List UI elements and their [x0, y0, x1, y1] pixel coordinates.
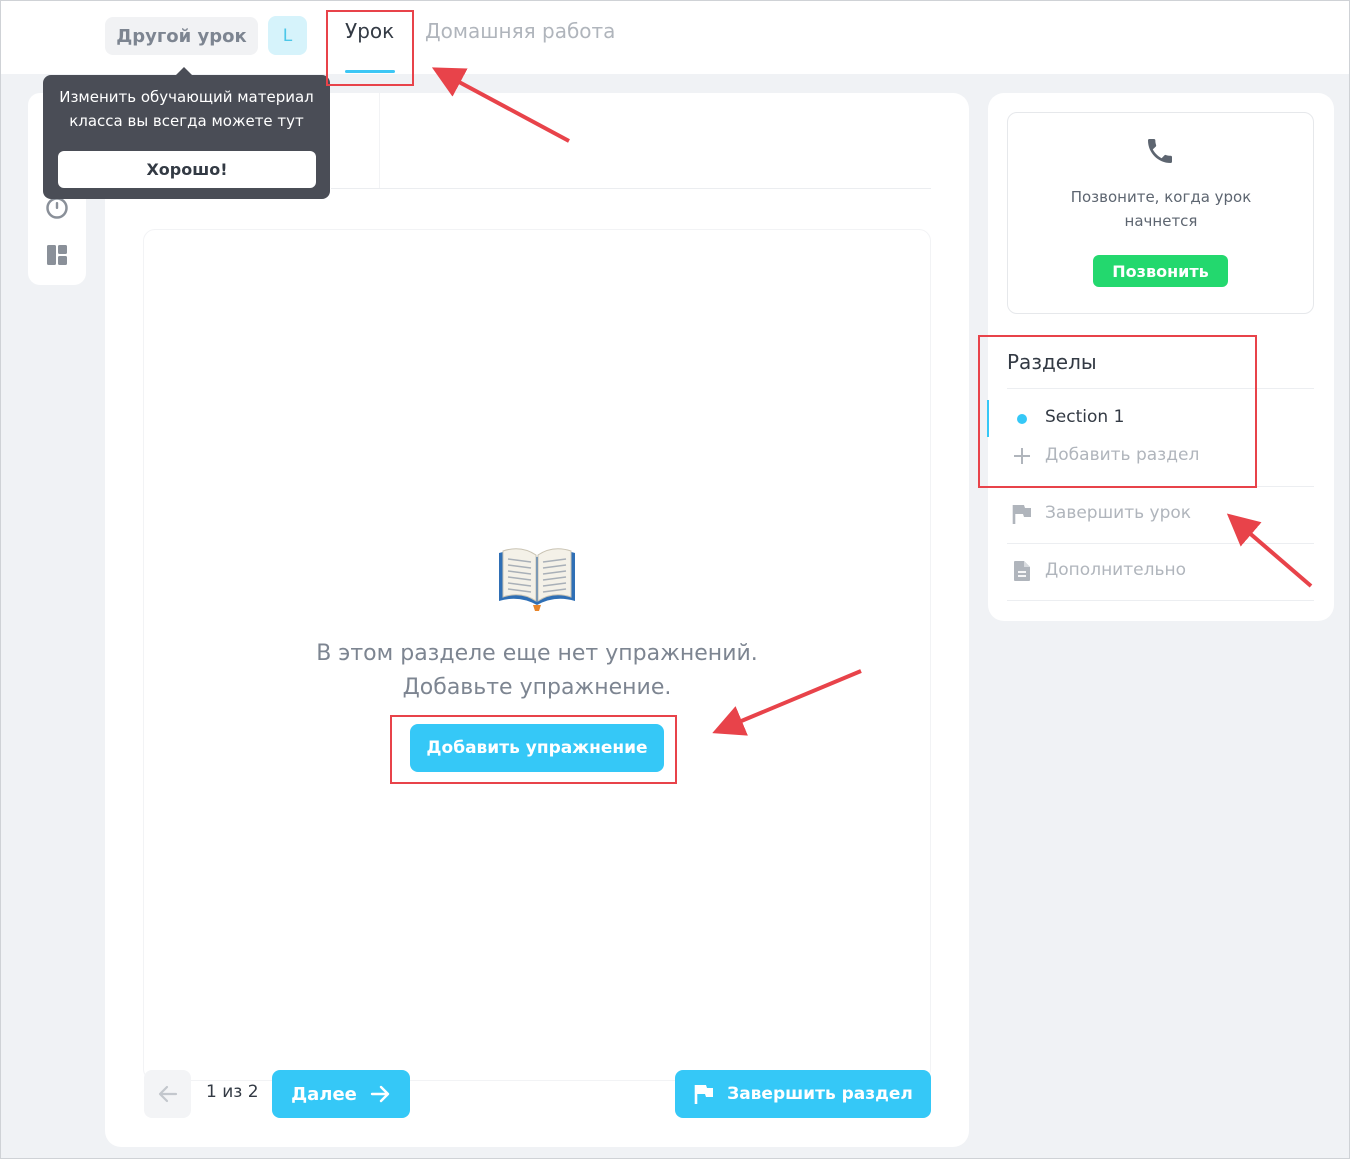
- highlight-box: [390, 715, 677, 784]
- empty-state-line-2: Добавьте упражнение.: [402, 675, 672, 700]
- next-button[interactable]: Далее: [272, 1070, 410, 1118]
- arrow-right-icon: [370, 1085, 390, 1103]
- content-divider: [331, 188, 931, 189]
- empty-state-message: В этом разделе еще нет упражнений. Добав…: [287, 637, 787, 705]
- open-book-icon: [499, 548, 575, 611]
- previous-button[interactable]: [144, 1070, 191, 1118]
- highlight-box: [978, 335, 1257, 488]
- tab-homework[interactable]: Домашняя работа: [425, 19, 615, 43]
- highlight-box: [326, 10, 414, 86]
- finish-lesson-button[interactable]: Завершить урок: [1045, 503, 1191, 523]
- page-indicator: 1 из 2: [206, 1082, 259, 1102]
- empty-state-line-1: В этом разделе еще нет упражнений.: [316, 641, 758, 666]
- additional-button[interactable]: Дополнительно: [1045, 560, 1186, 580]
- divider: [1007, 543, 1314, 544]
- flag-icon: [1012, 505, 1031, 524]
- avatar[interactable]: L: [268, 16, 307, 55]
- tooltip-text: Изменить обучающий материал класса вы вс…: [59, 88, 314, 130]
- call-hint: Позвоните, когда урок начнется: [1070, 188, 1252, 230]
- call-button[interactable]: Позвонить: [1093, 255, 1228, 287]
- next-button-label: Далее: [291, 1083, 357, 1105]
- divider: [1007, 600, 1314, 601]
- header-divider: [379, 93, 380, 188]
- arrow-left-icon: [158, 1085, 177, 1103]
- other-lesson-button[interactable]: Другой урок: [105, 17, 258, 55]
- finish-section-button[interactable]: Завершить раздел: [675, 1070, 931, 1118]
- layout-icon[interactable]: [45, 243, 69, 267]
- tooltip-confirm-button[interactable]: Хорошо!: [58, 151, 316, 188]
- onboarding-tooltip: Изменить обучающий материал класса вы вс…: [43, 75, 330, 199]
- timer-icon[interactable]: [45, 196, 69, 220]
- flag-icon: [694, 1085, 714, 1104]
- document-icon: [1014, 561, 1030, 581]
- phone-icon: [1148, 139, 1172, 163]
- finish-section-label: Завершить раздел: [727, 1084, 913, 1104]
